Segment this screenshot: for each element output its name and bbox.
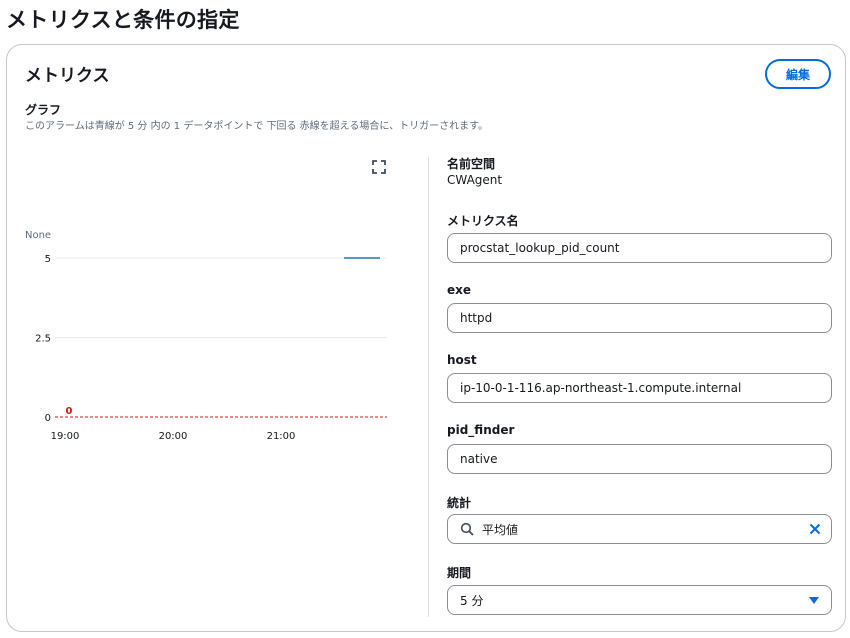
x-tick-label: 20:00 (159, 431, 188, 442)
namespace-value: CWAgent (447, 173, 503, 187)
pid-finder-field[interactable]: native (447, 444, 832, 474)
x-tick-label: 19:00 (51, 431, 80, 442)
y-tick-label: 5 (45, 254, 51, 265)
host-value: ip-10-0-1-116.ap-northeast-1.compute.int… (460, 381, 742, 395)
host-field[interactable]: ip-10-0-1-116.ap-northeast-1.compute.int… (447, 373, 832, 403)
column-divider (428, 157, 429, 617)
close-icon[interactable] (809, 523, 821, 535)
panel-title: メトリクス (25, 66, 110, 86)
x-tick-label: 21:00 (267, 431, 296, 442)
host-label: host (447, 353, 477, 367)
statistic-label: 統計 (447, 496, 472, 510)
period-select[interactable]: 5 分 (447, 585, 832, 615)
graph-description: このアラームは青線が 5 分 内の 1 データポイントで 下回る 赤線を超える場… (25, 121, 489, 132)
graph-label: グラフ (25, 103, 62, 117)
page-title: メトリクスと条件の指定 (6, 8, 240, 32)
statistic-select[interactable]: 平均値 (447, 514, 832, 544)
pid-finder-label: pid_finder (447, 423, 515, 437)
expand-icon[interactable] (371, 159, 387, 175)
exe-value: httpd (460, 311, 493, 325)
edit-button[interactable]: 編集 (765, 59, 831, 89)
y-tick-label: 2.5 (35, 334, 51, 345)
exe-field[interactable]: httpd (447, 303, 832, 333)
chart-svg: None52.50019:0020:0021:00procstat_lookup… (25, 230, 387, 460)
metric-chart: None52.50019:0020:0021:00procstat_lookup… (7, 145, 427, 460)
metrics-panel: メトリクス 編集 グラフ このアラームは青線が 5 分 内の 1 データポイント… (6, 44, 846, 632)
y-unit-label: None (25, 230, 51, 241)
period-label: 期間 (447, 566, 472, 580)
metric-name-label: メトリクス名 (447, 214, 519, 228)
statistic-value: 平均値 (482, 522, 519, 537)
exe-label: exe (447, 283, 472, 297)
namespace-label: 名前空間 (447, 157, 496, 171)
y-tick-label: 0 (45, 413, 51, 424)
period-value: 5 分 (460, 593, 484, 608)
search-icon (460, 522, 474, 536)
metric-name-field[interactable]: procstat_lookup_pid_count (447, 233, 832, 263)
metric-name-value: procstat_lookup_pid_count (460, 241, 620, 255)
caret-down-icon (809, 597, 819, 604)
pid-finder-value: native (460, 452, 498, 466)
threshold-label: 0 (66, 406, 73, 417)
